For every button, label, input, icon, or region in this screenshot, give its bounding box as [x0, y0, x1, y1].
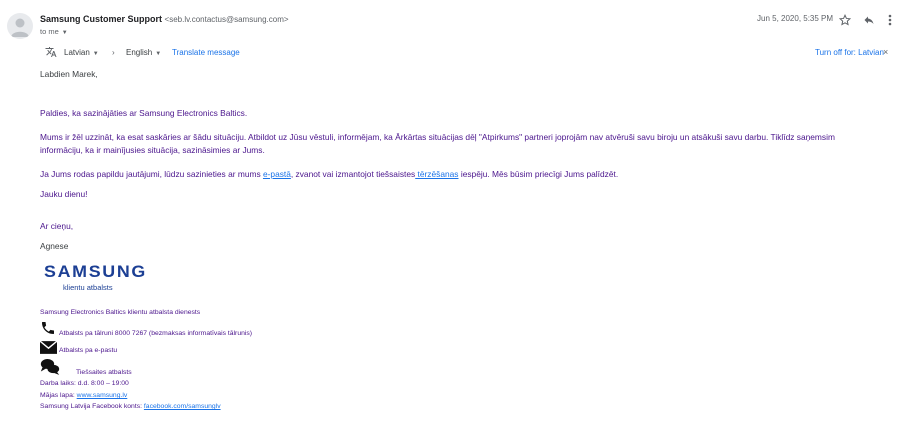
person-icon	[11, 18, 29, 37]
facebook-line: Samsung Latvija Facebook konts: facebook…	[40, 403, 221, 410]
more-options-button[interactable]	[884, 12, 896, 28]
more-vert-icon	[888, 14, 892, 26]
contact-text-mid: , zvanot vai izmantojot tiešsaistes	[290, 169, 416, 179]
paragraph-info-line2: informāciju, ka ir mainījusies situācija…	[40, 145, 265, 155]
facebook-label: Samsung Latvija Facebook konts:	[40, 403, 144, 410]
phone-icon	[42, 322, 54, 334]
source-language-label: Latvian	[64, 48, 90, 57]
chat-link[interactable]: tērzēšanas	[415, 169, 459, 179]
email-link[interactable]: e-pastā	[263, 169, 291, 179]
contact-text-pre: Ja Jums rodas papildu jautājumi, lūdzu s…	[40, 169, 263, 179]
email-date: Jun 5, 2020, 5:35 PM	[757, 14, 834, 23]
logo-subtitle: klientu atbalsts	[63, 283, 113, 292]
paragraph-wish: Jauku dienu!	[40, 189, 88, 199]
chevron-down-icon: ▼	[92, 51, 99, 57]
chevron-right-icon: ›	[112, 48, 115, 57]
sender-name[interactable]: Samsung Customer Support	[40, 14, 162, 24]
mail-icon	[40, 341, 57, 354]
website-line: Mājas lapa: www.samsung.lv	[40, 392, 127, 399]
target-language-select[interactable]: English ▼	[126, 48, 161, 57]
star-icon	[839, 14, 851, 26]
paragraph-contact: Ja Jums rodas papildu jautājumi, lūdzu s…	[40, 169, 618, 180]
samsung-logo: SAMSUNG	[44, 262, 147, 281]
website-link[interactable]: www.samsung.lv	[77, 392, 128, 399]
greeting: Labdien Marek,	[40, 69, 98, 79]
chevron-down-icon: ▼	[155, 51, 162, 57]
recipient-toggle[interactable]: to me ▼	[40, 27, 68, 36]
working-hours: Darba laiks: d.d. 8:00 – 19:00	[40, 380, 129, 387]
contact-text-post: iespēju. Mēs būsim priecīgi Jums palīdzē…	[458, 169, 619, 179]
translate-message-link[interactable]: Translate message	[172, 48, 240, 57]
source-language-select[interactable]: Latvian ▼	[64, 48, 99, 57]
translate-icon	[45, 47, 57, 57]
sender-avatar[interactable]	[7, 13, 33, 39]
sender-line: Samsung Customer Support <seb.lv.contact…	[40, 14, 289, 24]
target-language-label: English	[126, 48, 153, 57]
sender-email: <seb.lv.contactus@samsung.com>	[164, 15, 289, 24]
company-line: Samsung Electronics Baltics klientu atba…	[40, 309, 201, 316]
turn-off-translation-link[interactable]: Turn off for: Latvian	[815, 48, 884, 57]
chat-support-text: Tiešsaites atbalsts	[76, 369, 132, 376]
signer-name: Agnese	[40, 241, 69, 251]
chevron-down-icon: ▼	[61, 30, 68, 36]
phone-support-text: Atbalsts pa tālruni 8000 7267 (bezmaksas…	[59, 330, 253, 337]
reply-icon	[864, 16, 874, 24]
close-icon[interactable]: ×	[883, 47, 888, 57]
translate-bar: Latvian ▼ › English ▼ Translate message Tu…	[40, 44, 892, 62]
email-support-text: Atbalsts pa e-pastu	[59, 347, 118, 354]
website-label: Mājas lapa:	[40, 392, 77, 399]
reply-button[interactable]	[861, 12, 877, 28]
recipient-label: to me	[40, 27, 59, 36]
star-button[interactable]	[837, 12, 853, 28]
chat-icon	[40, 359, 60, 375]
paragraph-thanks: Paldies, ka sazinājāties ar Samsung Elec…	[40, 108, 248, 118]
paragraph-info-line1: Mums ir žēl uzzināt, ka esat saskāries a…	[40, 132, 835, 142]
closing: Ar cieņu,	[40, 221, 74, 231]
facebook-link[interactable]: facebook.com/samsunglv	[144, 403, 221, 410]
